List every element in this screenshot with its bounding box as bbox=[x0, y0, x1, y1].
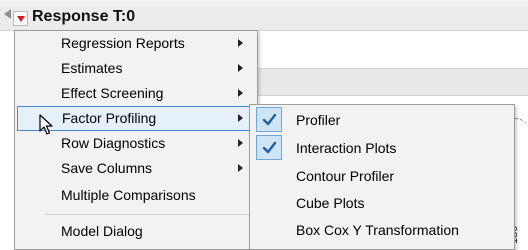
submenu-item-label: Cube Plots bbox=[296, 195, 365, 211]
check-icon bbox=[256, 135, 282, 160]
factor-profiling-submenu: Profiler Interaction Plots Contour Profi… bbox=[249, 104, 515, 250]
red-triangle-menu-icon[interactable] bbox=[13, 11, 28, 26]
submenu-item-interaction-plots[interactable]: Interaction Plots bbox=[252, 134, 512, 162]
menu-item-label: Estimates bbox=[61, 60, 123, 76]
menu-item-label: Model Dialog bbox=[61, 223, 143, 239]
menu-item-label: Save Columns bbox=[61, 160, 153, 176]
menu-item-label: Factor Profiling bbox=[62, 110, 157, 126]
report-section-band bbox=[250, 68, 528, 96]
menu-item-multiple-comparisons[interactable]: Multiple Comparisons bbox=[17, 183, 255, 208]
menu-item-label: Regression Reports bbox=[61, 35, 185, 51]
menu-item-label: Row Diagnostics bbox=[61, 135, 166, 151]
submenu-item-box-cox-y-transformation[interactable]: Box Cox Y Transformation bbox=[252, 216, 512, 244]
menu-separator bbox=[45, 214, 255, 215]
menu-item-regression-reports[interactable]: Regression Reports bbox=[17, 31, 255, 56]
submenu-arrow-icon bbox=[238, 39, 243, 47]
submenu-arrow-icon bbox=[238, 139, 243, 147]
submenu-item-label: Profiler bbox=[296, 112, 341, 128]
check-icon bbox=[256, 107, 282, 132]
submenu-item-label: Interaction Plots bbox=[296, 140, 397, 156]
submenu-item-profiler[interactable]: Profiler bbox=[252, 106, 512, 134]
submenu-item-cube-plots[interactable]: Cube Plots bbox=[252, 189, 512, 217]
disclosure-triangle-icon[interactable] bbox=[4, 9, 11, 19]
menu-item-label: Effect Screening bbox=[61, 85, 164, 101]
menu-item-effect-screening[interactable]: Effect Screening bbox=[17, 81, 255, 106]
submenu-arrow-icon bbox=[238, 64, 243, 72]
submenu-arrow-icon bbox=[238, 164, 243, 172]
red-triangle-context-menu: Regression Reports Estimates Effect Scre… bbox=[14, 30, 258, 250]
report-title: Response T:0 bbox=[32, 8, 136, 25]
mouse-cursor-icon bbox=[39, 114, 53, 135]
menu-item-save-columns[interactable]: Save Columns bbox=[17, 156, 255, 181]
submenu-item-contour-profiler[interactable]: Contour Profiler bbox=[252, 162, 512, 190]
menu-item-estimates[interactable]: Estimates bbox=[17, 56, 255, 81]
submenu-arrow-icon bbox=[238, 89, 243, 97]
submenu-item-label: Contour Profiler bbox=[296, 168, 395, 184]
menu-item-label: Multiple Comparisons bbox=[61, 187, 196, 203]
submenu-arrow-icon bbox=[238, 114, 243, 122]
submenu-item-label: Box Cox Y Transformation bbox=[296, 222, 459, 238]
menu-item-model-dialog[interactable]: Model Dialog bbox=[17, 219, 255, 244]
